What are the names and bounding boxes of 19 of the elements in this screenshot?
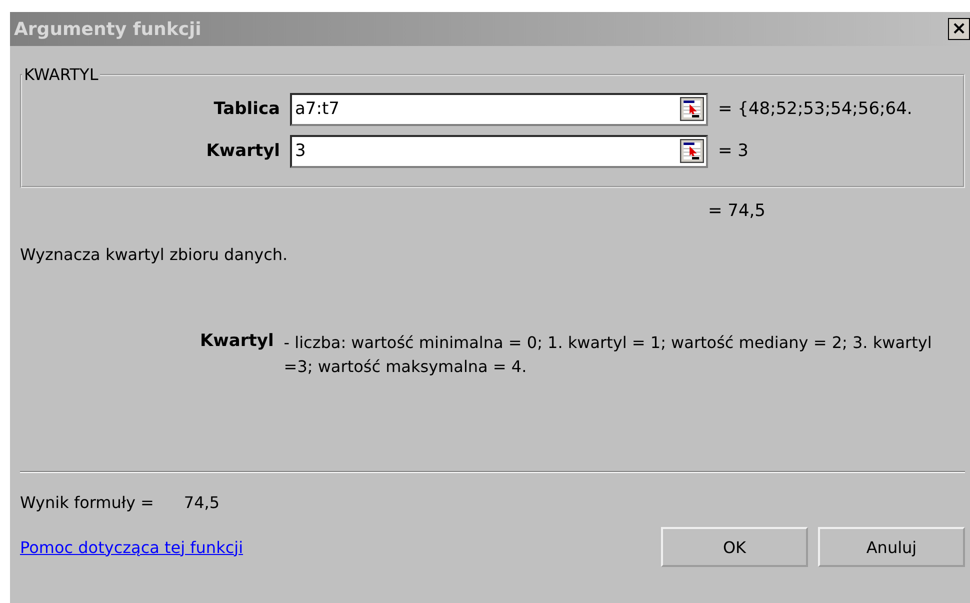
close-button[interactable]: ×	[948, 18, 970, 40]
help-link[interactable]: Pomoc dotycząca tej funkcji	[20, 538, 244, 556]
argument-label: Kwartyl	[205, 141, 280, 161]
range-select-icon[interactable]	[680, 96, 704, 120]
argument-name: Kwartyl	[200, 331, 274, 353]
function-description: Wyznacza kwartyl zbioru danych.	[20, 244, 289, 266]
formula-result-value: 74,5	[184, 493, 220, 514]
argument-result: = {48;52;53;54;56;64.	[718, 99, 912, 119]
dialog-button[interactable]: Anuluj	[818, 527, 965, 567]
window-title: Argumenty funkcji	[14, 18, 202, 40]
argument-result: = 3	[718, 141, 748, 161]
argument-label: Tablica	[212, 99, 280, 119]
range-select-icon[interactable]	[680, 138, 704, 162]
argument-description: - liczba: wartość minimalna = 0; 1. kwartyl = 1; wartość mediany = 2; 3. kwartyl =3; wartość maksymalna = 4.	[284, 332, 933, 378]
argument-field[interactable]: 3	[290, 134, 708, 168]
argument-field[interactable]: a7:t7	[290, 92, 708, 126]
formula-result-label: Wynik formuły =	[20, 493, 154, 514]
dialog-button[interactable]: OK	[661, 527, 808, 567]
function-result: = 74,5	[707, 200, 766, 223]
